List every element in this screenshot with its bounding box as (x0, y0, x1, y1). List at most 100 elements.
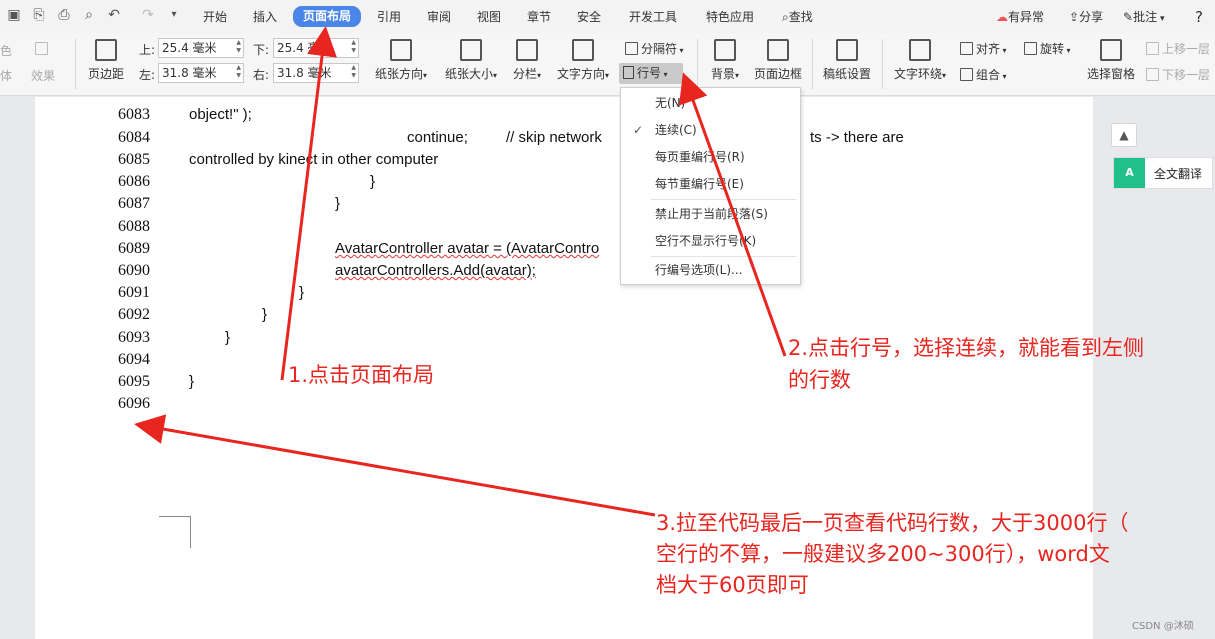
code-line: controlled by kinect in other computer (189, 151, 439, 168)
issue-label: 有异常 (1008, 10, 1045, 24)
undo-icon[interactable]: ↶ (106, 7, 122, 23)
ribbon-separator (75, 39, 76, 89)
print-icon[interactable]: ⎙ (56, 7, 72, 23)
line-number-icon (623, 66, 634, 79)
share-label: 分享 (1079, 10, 1104, 24)
rotate-button[interactable]: 旋转 ▾ (1024, 41, 1071, 59)
select-pane-label: 选择窗格 (1086, 67, 1135, 81)
group-button[interactable]: 组合 ▾ (960, 67, 1007, 85)
full-translate-button[interactable]: A 全文翻译 (1113, 157, 1213, 189)
margin-bottom-field[interactable]: 25.4 毫米 ▲ ▼ (273, 38, 359, 58)
page-border-button[interactable]: 页面边框 (753, 39, 803, 81)
tab-view[interactable]: 视图 (477, 8, 501, 26)
line-number: 6094 (118, 351, 150, 368)
margins-icon (95, 39, 117, 61)
text-wrap-icon (909, 39, 931, 61)
text-direction-icon (572, 39, 594, 61)
margin-top-field[interactable]: 25.4 毫米 ▲ ▼ (158, 38, 244, 58)
spinner-icon[interactable]: ▲ ▼ (351, 64, 356, 80)
code-line: AvatarController avatar = (AvatarContro (335, 240, 600, 257)
margin-bottom-label: 下: (253, 43, 270, 57)
menu-item-restart-page[interactable]: 每页重编行号(R) (621, 145, 800, 169)
page-border-label: 页面边框 (753, 67, 802, 81)
tab-review[interactable]: 审阅 (427, 8, 451, 26)
spinner-icon[interactable]: ▲ ▼ (236, 64, 241, 80)
share-icon: ⇪ (1069, 10, 1080, 24)
quick-access-more-icon[interactable]: ▾ (166, 7, 182, 23)
menu-item-continuous[interactable]: ✓ 连续(C) (621, 118, 800, 142)
tab-home[interactable]: 开始 (203, 8, 227, 26)
line-number: 6090 (118, 262, 150, 279)
margin-left-label: 左: (139, 68, 156, 82)
menu-item-none[interactable]: 无(N) (621, 91, 800, 115)
menu-item-restart-section[interactable]: 每节重编行号(E) (621, 172, 800, 196)
tab-page-layout[interactable]: 页面布局 (293, 6, 362, 27)
chevron-down-icon: ▾ (423, 71, 428, 80)
spinner-icon[interactable]: ▲ ▼ (351, 39, 356, 55)
share-button[interactable]: ⇪分享 (1069, 8, 1103, 26)
bring-forward-label: 上移一层 (1162, 42, 1211, 56)
separator-button[interactable]: 分隔符 ▾ (625, 41, 684, 59)
send-backward-button[interactable]: 下移一层 (1146, 67, 1210, 83)
theme-font-button[interactable]: 体 (0, 68, 12, 84)
menu-divider (651, 256, 796, 257)
ribbon-separator (812, 39, 813, 89)
tab-references[interactable]: 引用 (377, 8, 401, 26)
redo-icon[interactable]: ↷ (140, 7, 156, 23)
comment-button[interactable]: ✎批注 ▾ (1123, 8, 1164, 28)
tab-security[interactable]: 安全 (577, 8, 601, 26)
align-label: 对齐 (976, 42, 1001, 56)
line-number-button[interactable]: 行号 ▾ (619, 63, 683, 84)
tab-developer[interactable]: 开发工具 (629, 8, 677, 26)
export-icon[interactable]: ⎘ (31, 7, 47, 23)
align-button[interactable]: 对齐 ▾ (960, 41, 1007, 59)
save-icon[interactable]: ▣ (6, 7, 22, 23)
columns-icon (516, 39, 538, 61)
orientation-icon (390, 39, 412, 61)
collapse-panel-button[interactable]: ▲ (1111, 123, 1137, 147)
margin-right-field[interactable]: 31.8 毫米 ▲ ▼ (273, 63, 359, 83)
columns-button[interactable]: 分栏▾ (509, 39, 545, 83)
line-number: 6092 (118, 306, 150, 323)
grid-paper-button[interactable]: 稿纸设置 (822, 39, 872, 81)
tab-special[interactable]: 特色应用 (706, 8, 754, 26)
annotation-step1: 1.点击页面布局 (288, 363, 435, 387)
ribbon-separator (882, 39, 883, 89)
text-wrap-button[interactable]: 文字环绕▾ (890, 39, 950, 83)
help-button[interactable]: ? (1195, 8, 1203, 26)
annotation-step3-line2: 空行的不算，一般建议多200~300行），word文 (656, 542, 1110, 566)
menu-item-hide-empty-lines[interactable]: 空行不显示行号(K) (621, 229, 800, 253)
menu-item-suppress-paragraph[interactable]: 禁止用于当前段落(S) (621, 202, 800, 226)
ribbon-separator (697, 39, 698, 89)
print-preview-icon[interactable]: ⌕ (81, 7, 97, 23)
annotation-step2-line1: 2.点击行号，选择连续，就能看到左侧 (788, 336, 1145, 360)
check-icon: ✓ (633, 123, 644, 137)
bring-forward-button[interactable]: 上移一层 (1146, 41, 1210, 57)
rotate-label: 旋转 (1040, 42, 1065, 56)
code-line: } (299, 284, 305, 301)
background-button[interactable]: 背景▾ (707, 39, 743, 83)
theme-color-button[interactable]: 色 (0, 43, 12, 59)
menu-item-line-number-options[interactable]: 行编号选项(L)... (621, 258, 800, 282)
spinner-icon[interactable]: ▲ ▼ (236, 39, 241, 55)
orientation-label: 纸张方向 (374, 67, 423, 81)
orientation-button[interactable]: 纸张方向▾ (371, 39, 431, 83)
collapse-icon: ▲ (1119, 128, 1129, 142)
page-border-icon (767, 39, 789, 61)
margin-left-field[interactable]: 31.8 毫米 ▲ ▼ (158, 63, 244, 83)
code-line: avatarControllers.Add(avatar); (335, 262, 536, 279)
text-direction-label: 文字方向 (556, 67, 605, 81)
tab-chapter[interactable]: 章节 (527, 8, 551, 26)
tab-insert[interactable]: 插入 (253, 8, 277, 26)
margins-button[interactable]: 页边距 (83, 39, 129, 81)
search-tab[interactable]: ⌕查找 (782, 8, 813, 26)
line-number-label: 行号 (637, 66, 662, 80)
chevron-down-icon: ▾ (1000, 72, 1007, 81)
paper-size-button[interactable]: 纸张大小▾ (441, 39, 501, 83)
text-direction-button[interactable]: 文字方向▾ (555, 39, 611, 83)
chevron-down-icon: ▾ (605, 71, 610, 80)
issue-status[interactable]: ☁有异常 (996, 8, 1044, 26)
line-number: 6087 (118, 195, 150, 212)
theme-effect-button[interactable]: 效果 (31, 68, 55, 84)
select-pane-button[interactable]: 选择窗格 (1086, 39, 1136, 81)
